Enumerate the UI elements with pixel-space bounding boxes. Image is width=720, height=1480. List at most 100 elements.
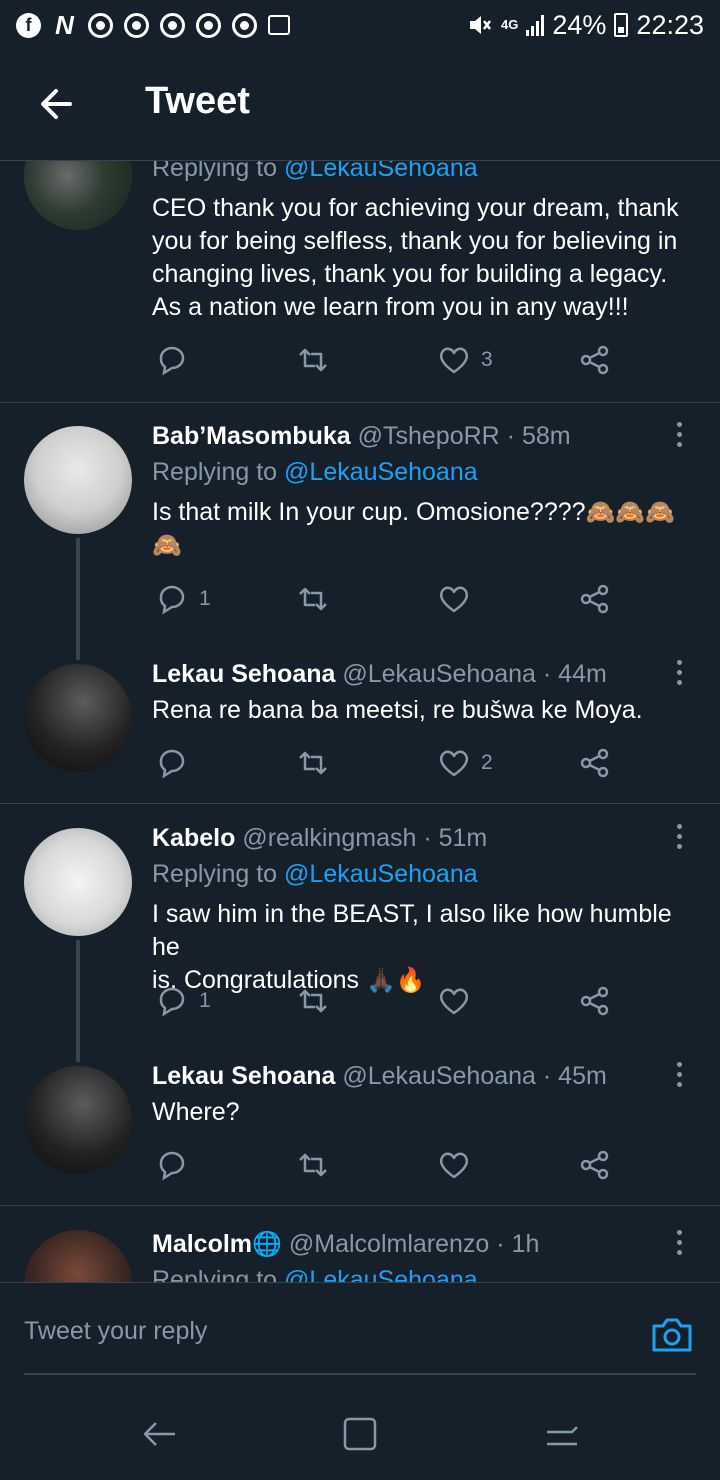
heart-icon <box>439 988 469 1015</box>
nav-back-button[interactable] <box>140 1414 180 1454</box>
share-button[interactable] <box>578 582 612 616</box>
globe-emoji: 🌐 <box>252 1231 282 1258</box>
reply-button[interactable] <box>155 1148 199 1182</box>
share-button[interactable] <box>578 984 612 1018</box>
retweet-icon <box>299 587 327 611</box>
reply-button[interactable] <box>155 343 199 377</box>
clock: 22:23 <box>636 9 704 40</box>
tweet-author[interactable]: Bab’Masombuka @TshepoRR · 58m <box>152 422 571 451</box>
avatar[interactable] <box>24 828 132 936</box>
signal-icon <box>526 14 545 36</box>
retweet-icon <box>299 1153 327 1177</box>
chrome-icon <box>124 12 149 38</box>
retweet-button[interactable] <box>296 746 330 780</box>
like-count: 3 <box>481 348 493 371</box>
divider <box>0 402 720 403</box>
reply-icon <box>159 987 185 1017</box>
mute-icon <box>470 16 492 34</box>
back-button[interactable] <box>30 78 82 130</box>
share-icon <box>580 986 609 1016</box>
avatar[interactable] <box>24 160 132 230</box>
timestamp: · 51m <box>423 824 488 852</box>
more-options-button[interactable] <box>669 1230 689 1258</box>
more-options-button[interactable] <box>669 422 689 450</box>
reply-button[interactable] <box>155 746 199 780</box>
like-button[interactable]: 2 <box>437 746 493 780</box>
tweet-author[interactable]: Kabelo @realkingmash · 51m <box>152 824 487 853</box>
divider <box>0 803 720 804</box>
like-button[interactable] <box>437 1148 481 1182</box>
avatar[interactable] <box>24 1230 132 1282</box>
facebook-icon: f <box>16 12 41 38</box>
display-name: Bab’Masombuka <box>152 422 351 450</box>
reply-button[interactable]: 1 <box>155 582 211 616</box>
emoji: 🙈 <box>152 532 182 559</box>
battery-percent: 24% <box>552 9 607 40</box>
reply-icon <box>159 749 185 779</box>
share-button[interactable] <box>578 343 612 377</box>
replying-to: Replying to @LekauSehoana <box>152 458 478 486</box>
mention-link[interactable]: @LekauSehoana <box>284 458 478 486</box>
reply-count: 1 <box>199 989 211 1012</box>
chrome-icon <box>88 12 113 38</box>
reply-button[interactable]: 1 <box>155 984 211 1018</box>
system-navigation-bar <box>0 1392 720 1480</box>
retweet-button[interactable] <box>296 582 330 616</box>
camera-button[interactable] <box>650 1313 694 1357</box>
mention-link[interactable]: @LekauSehoana <box>284 860 478 888</box>
handle: @realkingmash <box>242 824 417 852</box>
nav-home-button[interactable] <box>340 1414 380 1454</box>
retweet-button[interactable] <box>296 1148 330 1182</box>
battery-icon <box>614 13 629 37</box>
timestamp: · 44m <box>542 660 607 688</box>
tweet-author[interactable]: Malcolm🌐 @Malcolmlarenzo · 1h <box>152 1230 539 1259</box>
tweet-text: Rena re bana ba meetsi, re bušwa ke Moya… <box>152 696 643 724</box>
retweet-button[interactable] <box>296 343 330 377</box>
like-button[interactable] <box>437 582 481 616</box>
display-name: Lekau Sehoana <box>152 660 336 688</box>
reply-feed[interactable]: Replying to @LekauSehoana CEO thank you … <box>0 160 720 1282</box>
tweet-actions: 1 <box>152 984 700 1024</box>
back-arrow-icon <box>41 89 72 119</box>
share-icon <box>580 1150 609 1180</box>
input-underline <box>24 1373 696 1375</box>
handle: @Malcolmlarenzo <box>288 1230 490 1258</box>
page-title: Tweet <box>145 80 250 122</box>
display-name: Malcolm <box>152 1230 253 1258</box>
more-options-button[interactable] <box>669 824 689 852</box>
tweet-actions: 3 <box>152 343 700 383</box>
divider <box>0 1205 720 1206</box>
replying-to: Replying to @LekauSehoana <box>152 1266 478 1282</box>
avatar[interactable] <box>24 1066 132 1174</box>
retweet-icon <box>299 751 327 775</box>
like-button[interactable]: 3 <box>437 343 493 377</box>
heart-icon <box>439 586 469 613</box>
mention-link[interactable]: @LekauSehoana <box>284 1266 478 1282</box>
chrome-icon <box>196 12 221 38</box>
retweet-button[interactable] <box>296 984 330 1018</box>
handle: @LekauSehoana <box>342 1062 536 1090</box>
reply-icon <box>159 585 185 615</box>
tweet-author[interactable]: Lekau Sehoana @LekauSehoana · 44m <box>152 660 607 689</box>
retweet-icon <box>299 989 327 1013</box>
heart-icon <box>439 347 469 374</box>
tweet-actions <box>152 1148 700 1188</box>
tweet-author[interactable]: Lekau Sehoana @LekauSehoana · 45m <box>152 1062 607 1091</box>
tweet-text: CEO thank you for achieving your dream, … <box>152 194 679 321</box>
reply-input[interactable]: Tweet your reply <box>24 1317 207 1346</box>
more-options-button[interactable] <box>669 1062 689 1090</box>
share-button[interactable] <box>578 1148 612 1182</box>
tweet-text: Where? <box>152 1098 240 1126</box>
more-options-button[interactable] <box>669 660 689 688</box>
emoji: 🙈🙈🙈 <box>585 499 676 526</box>
chrome-icon <box>160 12 185 38</box>
avatar[interactable] <box>24 426 132 534</box>
system-icons: 4G 24% 22:23 <box>467 10 704 41</box>
gallery-icon <box>268 15 290 35</box>
share-button[interactable] <box>578 746 612 780</box>
mention-link[interactable]: @LekauSehoana <box>284 160 478 182</box>
handle: @LekauSehoana <box>342 660 536 688</box>
nav-recents-button[interactable] <box>542 1414 582 1454</box>
avatar[interactable] <box>24 664 132 772</box>
like-button[interactable] <box>437 984 481 1018</box>
